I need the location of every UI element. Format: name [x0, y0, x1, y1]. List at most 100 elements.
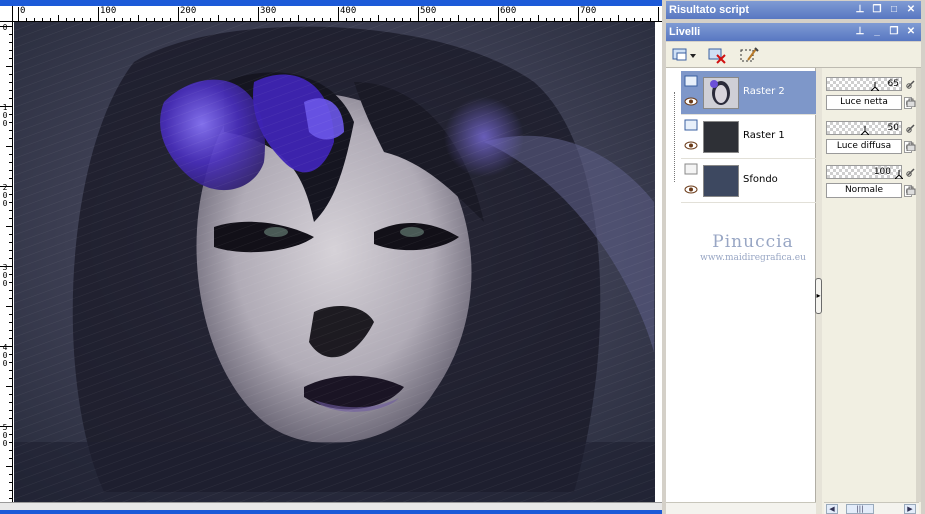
link-icon[interactable] [906, 79, 916, 89]
ruler-tick [610, 18, 611, 21]
opacity-value: 65 [887, 79, 899, 89]
layers-titlebar[interactable]: Livelli ⊥ _ ❐ ✕ [666, 23, 921, 41]
ruler-label: 500 [420, 6, 437, 16]
pin-icon[interactable]: ⊥ [853, 3, 867, 17]
layers-title: Livelli [669, 26, 701, 38]
watermark: Pinuccia www.maidiregrafica.eu [678, 232, 828, 263]
ruler-tick [9, 114, 12, 115]
opacity-slider[interactable]: 50 [826, 121, 902, 135]
close-icon[interactable]: ✕ [904, 25, 918, 39]
artwork-image[interactable] [14, 22, 655, 502]
ruler-tick [9, 90, 12, 91]
scroll-thumb[interactable]: ||| [846, 504, 874, 514]
edit-selection-button[interactable] [738, 45, 760, 65]
link-icon[interactable] [906, 123, 916, 133]
ruler-tick [602, 18, 603, 21]
eye-icon[interactable] [684, 141, 698, 150]
edit-selection-icon [740, 47, 759, 62]
ruler-tick [346, 18, 347, 21]
ruler-tick [106, 18, 107, 21]
layer-row-raster-1[interactable]: Raster 1 [681, 115, 816, 159]
watermark-name: Pinuccia [712, 232, 794, 252]
ruler-tick [290, 18, 291, 21]
ruler-tick [562, 18, 563, 21]
ruler-tick [218, 15, 219, 21]
eye-icon[interactable] [684, 97, 698, 106]
layer-properties: 65 Luce netta ▸ 50 Luce diffusa ▸ 100 [822, 68, 921, 514]
ruler-tick [9, 394, 12, 395]
ruler-tick [586, 18, 587, 21]
ruler-tick [514, 18, 515, 21]
ruler-label: 5 0 0 [2, 423, 8, 448]
ruler-tick [618, 15, 619, 21]
ruler-tick [498, 7, 499, 21]
ruler-tick [442, 18, 443, 21]
ruler-tick [314, 18, 315, 21]
ruler-tick [146, 18, 147, 21]
lock-icon[interactable] [906, 97, 916, 107]
link-icon[interactable] [906, 167, 916, 177]
ruler-tick [9, 250, 12, 251]
layer-props-raster-2: 65 Luce netta ▸ [826, 73, 916, 113]
layer-list: Raster 2 Raster 1 Sfondo Pinuccia www.ma… [666, 68, 816, 514]
maximize-icon[interactable]: □ [887, 3, 901, 17]
pin-icon[interactable]: ⊥ [853, 25, 867, 39]
image-canvas-window: 0 100 200 300 400 500 600 700 0 1 0 0 2 0 0 3 0 0 4… [0, 0, 662, 514]
ruler-tick [9, 82, 12, 83]
opacity-slider[interactable]: 65 [826, 77, 902, 91]
ruler-tick [594, 18, 595, 21]
ruler-label: 0 [2, 23, 8, 32]
ruler-tick [546, 18, 547, 21]
layers-toolbar [666, 42, 921, 68]
ruler-tick [482, 18, 483, 21]
layer-row-raster-2[interactable]: Raster 2 [681, 71, 816, 115]
ruler-tick [9, 370, 12, 371]
panel-vertical-scrollbar[interactable] [916, 68, 921, 502]
ruler-tick [66, 18, 67, 21]
blend-mode-select[interactable]: Luce netta [826, 95, 902, 110]
layer-props-sfondo: 100 Normale ▸ [826, 161, 916, 201]
lock-icon[interactable] [906, 141, 916, 151]
splitter-handle[interactable]: ▸ [815, 278, 822, 314]
blend-mode-select[interactable]: Normale [826, 183, 902, 198]
ruler-tick [9, 314, 12, 315]
layer-name: Sfondo [743, 174, 778, 185]
ruler-tick [9, 490, 12, 491]
ruler-tick [194, 18, 195, 21]
ruler-tick [258, 7, 259, 21]
restore-icon[interactable]: ❐ [887, 25, 901, 39]
ruler-tick [9, 178, 12, 179]
new-layer-button[interactable] [670, 45, 698, 65]
ruler-label: 700 [580, 6, 597, 16]
minimize-icon[interactable]: _ [870, 25, 884, 39]
ruler-tick [9, 458, 12, 459]
ruler-tick [9, 274, 12, 275]
ruler-tick [394, 18, 395, 21]
ruler-tick [9, 130, 12, 131]
tree-line [674, 92, 675, 182]
layer-list-scrollbar[interactable] [666, 502, 816, 514]
blend-mode-select[interactable]: Luce diffusa [826, 139, 902, 154]
delete-layer-button[interactable] [706, 45, 728, 65]
delete-layer-icon [708, 48, 726, 64]
lock-icon[interactable] [906, 185, 916, 195]
eye-icon[interactable] [684, 185, 698, 194]
ruler-label: 400 [340, 6, 357, 16]
watermark-url: www.maidiregrafica.eu [700, 253, 806, 263]
properties-scrollbar[interactable]: ◀ ||| ▶ [824, 502, 919, 514]
panels-column: Risultato script ⊥ ❐ □ ✕ Livelli ⊥ _ ❐ ✕ [662, 0, 925, 514]
layer-row-sfondo[interactable]: Sfondo [681, 159, 816, 203]
scroll-left-icon[interactable]: ◀ [826, 504, 838, 514]
ruler-tick [554, 18, 555, 21]
opacity-slider[interactable]: 100 [826, 165, 903, 179]
ruler-label: 200 [180, 6, 197, 16]
ruler-tick [642, 18, 643, 21]
ruler-tick [82, 18, 83, 21]
ruler-label: 4 0 0 [2, 343, 8, 368]
restore-icon[interactable]: ❐ [870, 3, 884, 17]
close-icon[interactable]: ✕ [904, 3, 918, 17]
ruler-tick [42, 18, 43, 21]
ruler-tick [9, 298, 12, 299]
script-output-titlebar[interactable]: Risultato script ⊥ ❐ □ ✕ [666, 1, 921, 19]
scroll-right-icon[interactable]: ▶ [904, 504, 916, 514]
